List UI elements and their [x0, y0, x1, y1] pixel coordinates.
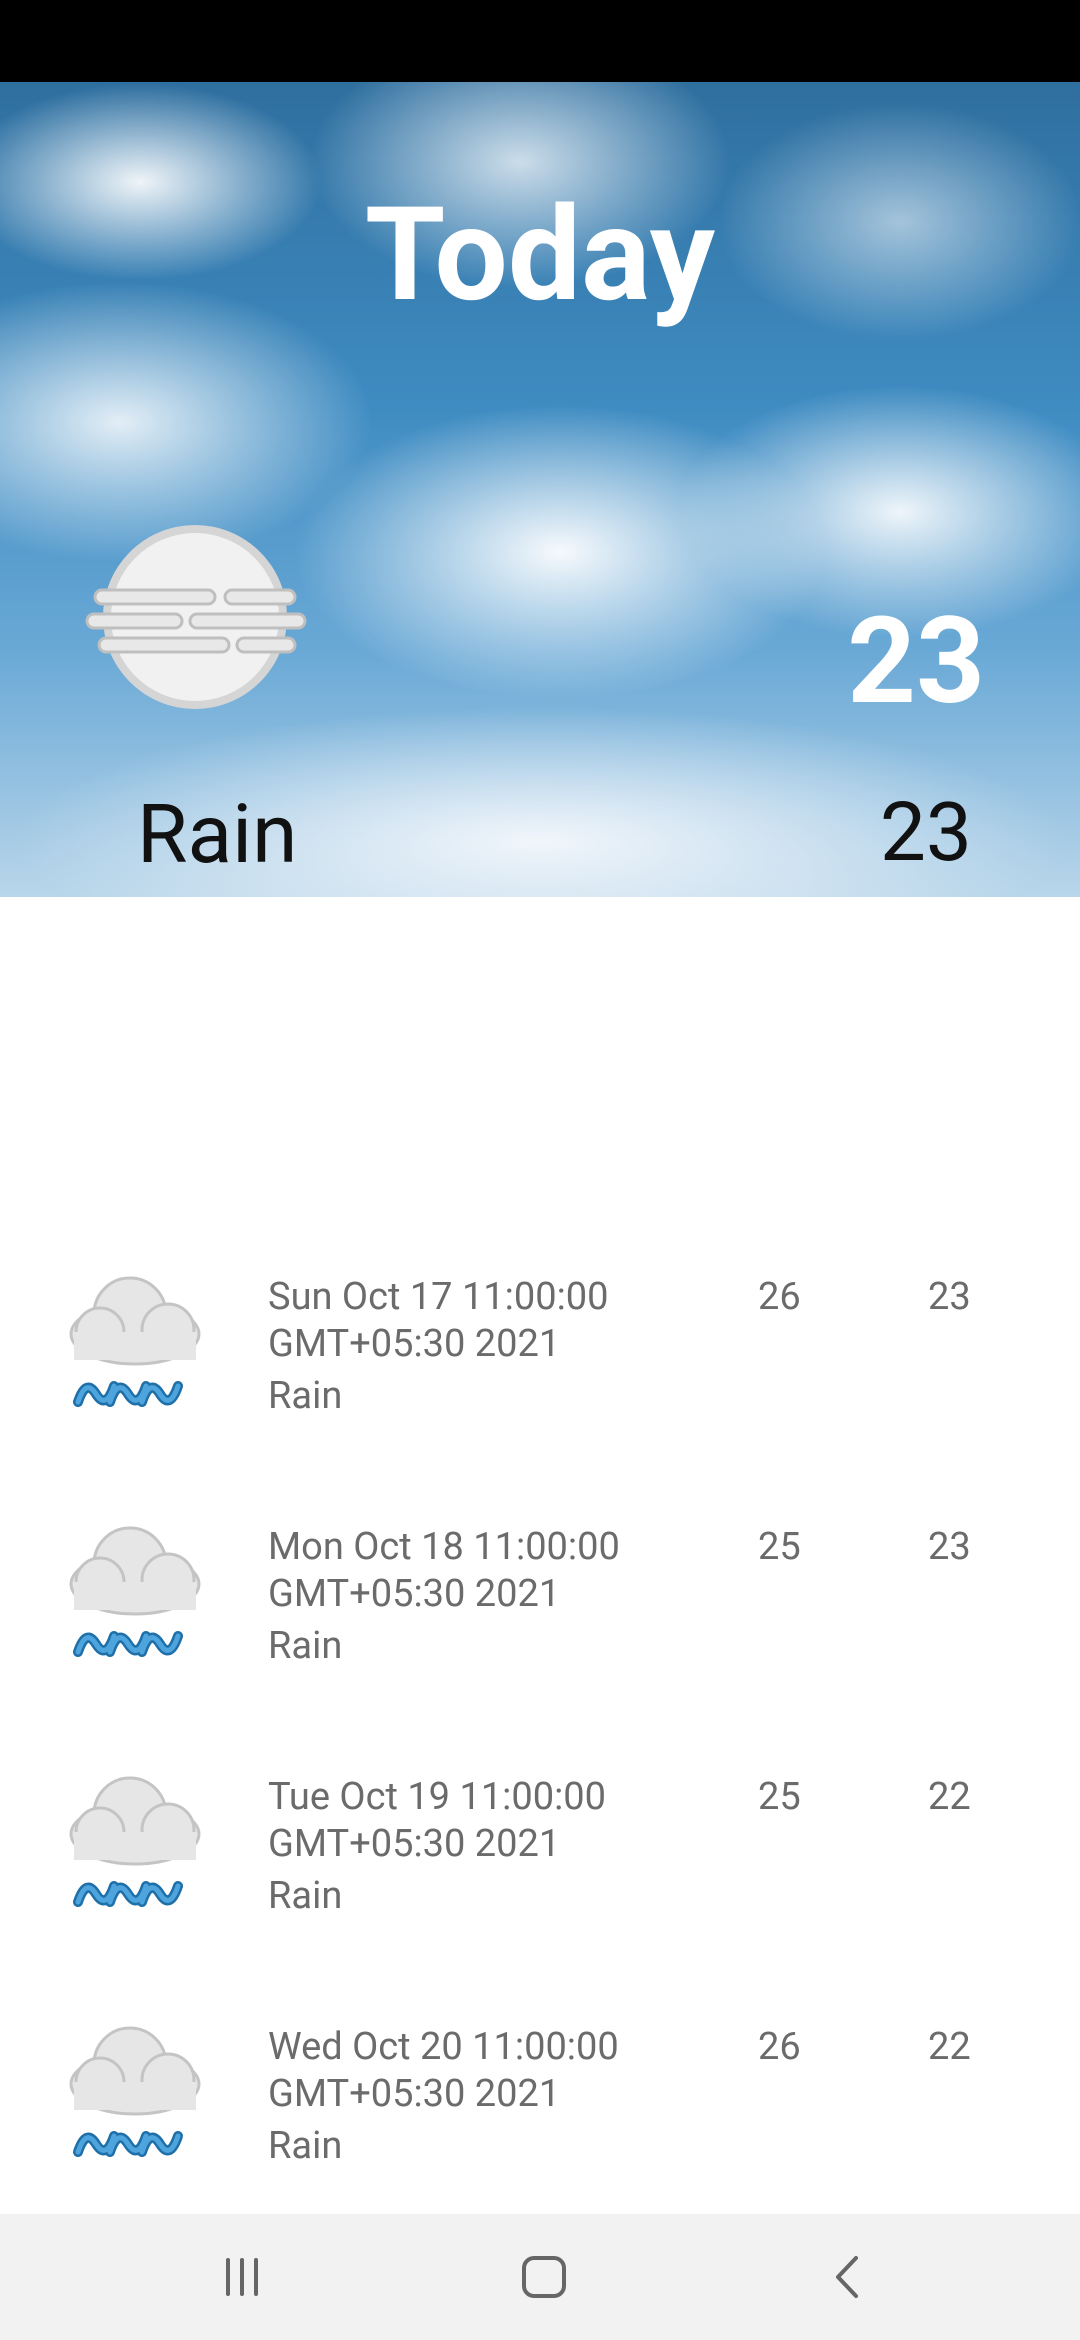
forecast-date: Sun Oct 17 11:00:00 GMT+05:30 2021 — [268, 1275, 609, 1366]
list-item[interactable]: Mon Oct 18 11:00:00 GMT+05:30 2021 Rain … — [0, 1500, 1080, 1730]
forecast-condition: Rain — [268, 2124, 343, 2168]
current-condition: Rain — [137, 787, 298, 883]
forecast-high: 25 — [758, 1525, 801, 1569]
current-temperature-low: 23 — [879, 785, 972, 881]
rain-cloud-icon — [60, 1272, 210, 1412]
forecast-condition: Rain — [268, 1374, 343, 1418]
list-item[interactable]: Tue Oct 19 11:00:00 GMT+05:30 2021 Rain … — [0, 1750, 1080, 1980]
forecast-date: Mon Oct 18 11:00:00 GMT+05:30 2021 — [268, 1525, 620, 1616]
rain-cloud-icon — [60, 2022, 210, 2162]
recents-icon[interactable] — [212, 2252, 272, 2302]
page-title: Today — [364, 178, 716, 331]
list-item[interactable]: Wed Oct 20 11:00:00 GMT+05:30 2021 Rain … — [0, 2000, 1080, 2230]
current-temperature: 23 — [847, 592, 985, 732]
back-icon[interactable] — [818, 2252, 878, 2302]
forecast-low: 22 — [928, 2025, 971, 2069]
forecast-condition: Rain — [268, 1874, 343, 1918]
forecast-low: 23 — [928, 1275, 971, 1319]
rain-cloud-icon — [60, 1522, 210, 1662]
rain-cloud-icon — [60, 1772, 210, 1912]
today-header: Today 23 Rain 23 — [0, 82, 1080, 897]
forecast-condition: Rain — [268, 1624, 343, 1668]
forecast-high: 26 — [758, 2025, 801, 2069]
home-icon[interactable] — [514, 2252, 574, 2302]
fog-icon — [85, 522, 310, 722]
system-navigation-bar — [0, 2214, 1080, 2340]
forecast-date: Tue Oct 19 11:00:00 GMT+05:30 2021 — [268, 1775, 607, 1866]
forecast-high: 26 — [758, 1275, 801, 1319]
forecast-date: Wed Oct 20 11:00:00 GMT+05:30 2021 — [268, 2025, 619, 2116]
forecast-high: 25 — [758, 1775, 801, 1819]
forecast-low: 23 — [928, 1525, 971, 1569]
forecast-low: 22 — [928, 1775, 971, 1819]
status-bar — [0, 0, 1080, 82]
list-item[interactable]: Sun Oct 17 11:00:00 GMT+05:30 2021 Rain … — [0, 1250, 1080, 1480]
